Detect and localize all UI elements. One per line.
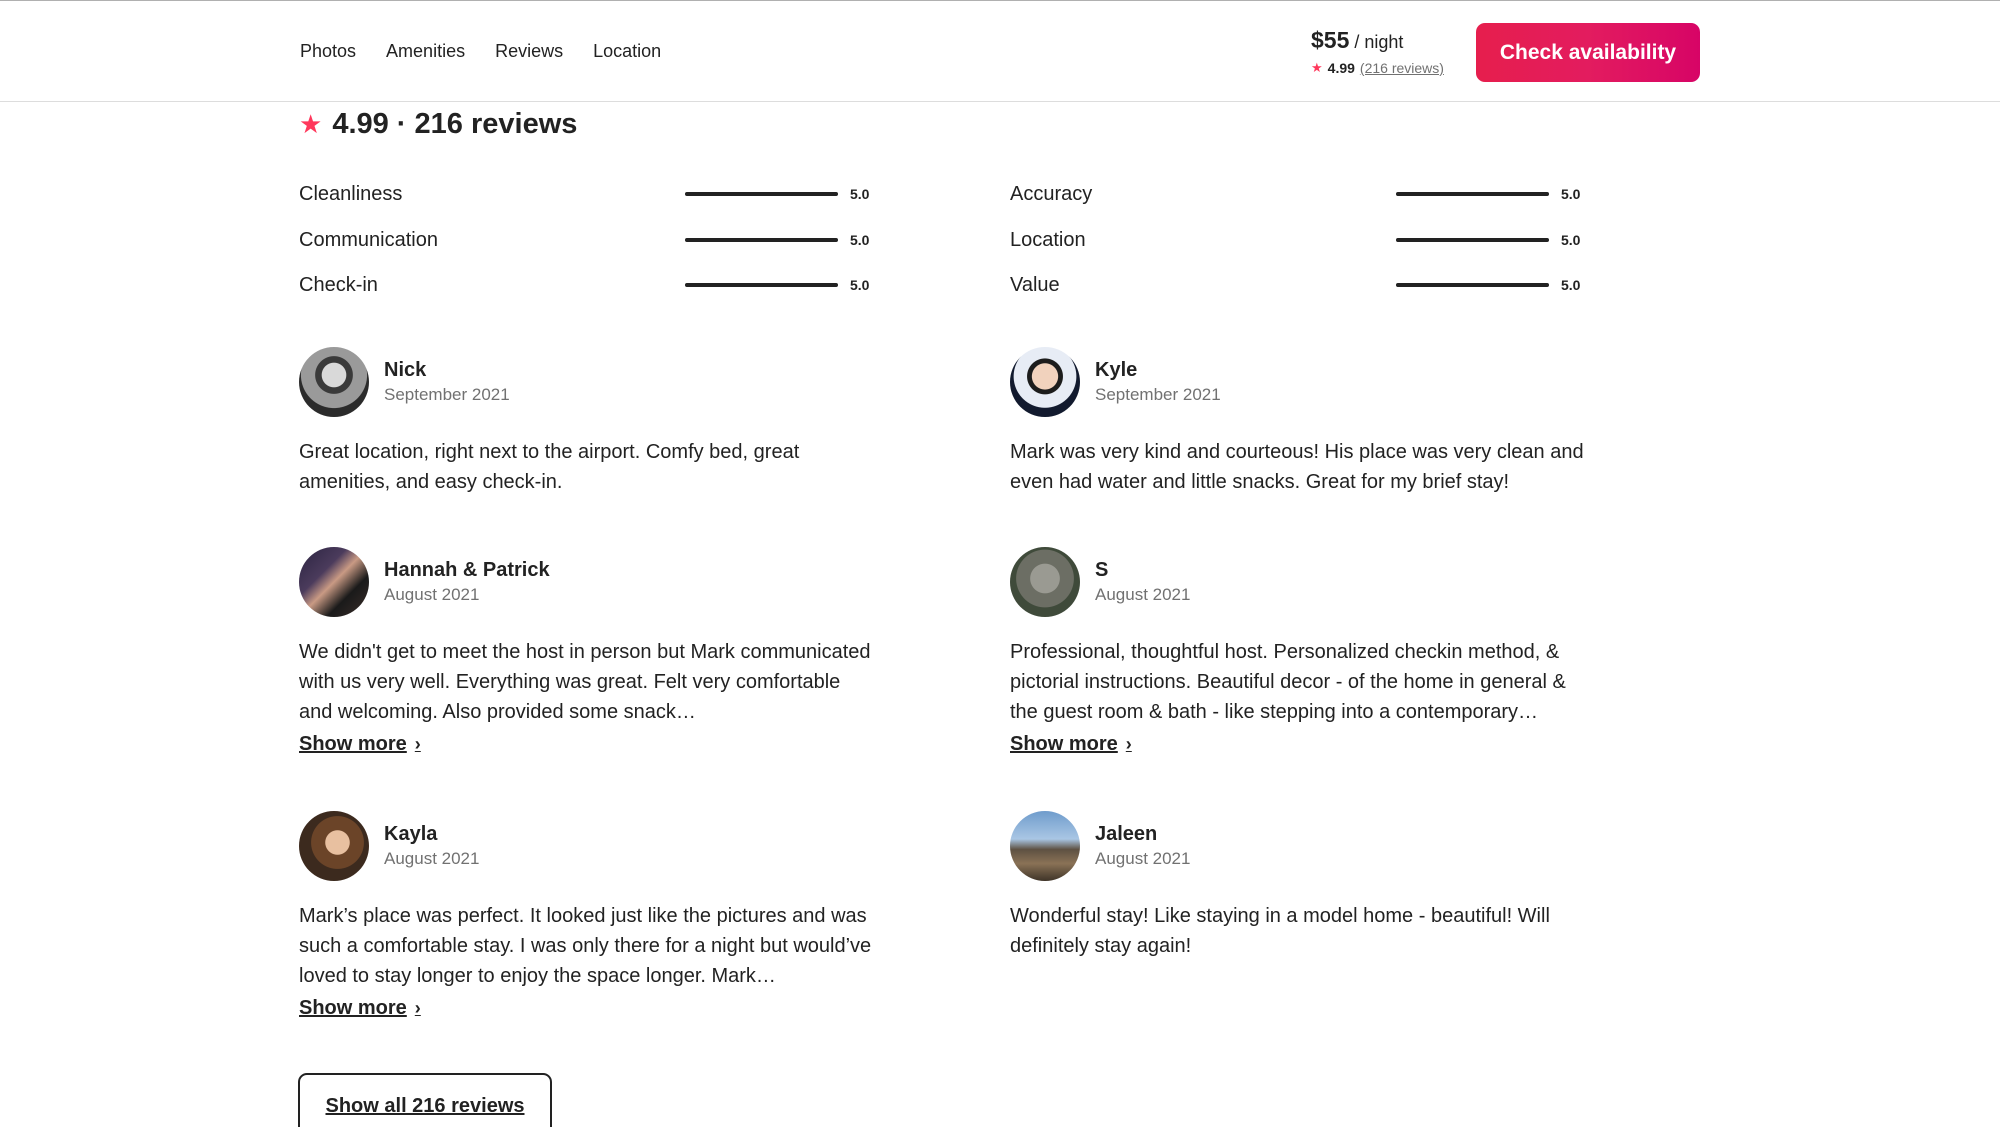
- reviewer-name: Jaleen: [1095, 823, 1158, 845]
- review-card: Hannah & Patrick August 2021 We didn't g…: [299, 547, 879, 756]
- reviews-summary: ★ 4.99 · 216 reviews: [299, 108, 577, 141]
- avatar[interactable]: [1010, 347, 1080, 417]
- show-all-reviews-button[interactable]: Show all 216 reviews: [298, 1073, 552, 1127]
- category-communication: Communication 5.0: [299, 225, 874, 255]
- star-icon: ★: [1311, 60, 1323, 75]
- show-more-link[interactable]: Show more ›: [299, 733, 421, 756]
- sticky-header: Photos Amenities Reviews Location $55 / …: [0, 0, 2000, 102]
- star-icon: ★: [299, 109, 323, 139]
- tab-photos[interactable]: Photos: [300, 41, 356, 62]
- reviewer-name: Nick: [384, 359, 427, 381]
- reviews-summary-text: 4.99 · 216 reviews: [332, 108, 578, 140]
- review-date: August 2021: [384, 585, 480, 604]
- category-label: Cleanliness: [299, 183, 403, 205]
- reviewer-name: Hannah & Patrick: [384, 559, 550, 581]
- category-value: 5.0: [1561, 232, 1581, 248]
- nightly-price: $55: [1311, 27, 1350, 53]
- category-value: 5.0: [1561, 277, 1581, 293]
- reviewer-name: S: [1095, 559, 1109, 581]
- review-card: S August 2021 Professional, thoughtful h…: [1010, 547, 1590, 756]
- review-text: Mark was very kind and courteous! His pl…: [1010, 441, 1584, 493]
- tab-location[interactable]: Location: [593, 41, 661, 62]
- header-rating: ★ 4.99 (216 reviews): [1311, 60, 1444, 76]
- reviewer-name: Kayla: [384, 823, 438, 845]
- category-value: 5.0: [850, 186, 870, 202]
- review-date: September 2021: [384, 385, 510, 404]
- show-more-link[interactable]: Show more ›: [1010, 733, 1132, 756]
- chevron-right-icon: ›: [414, 998, 421, 1018]
- review-text: Wonderful stay! Like staying in a model …: [1010, 905, 1550, 957]
- check-availability-button[interactable]: Check availability: [1476, 23, 1700, 82]
- show-more-link[interactable]: Show more ›: [299, 997, 421, 1020]
- show-more-label: Show more: [299, 733, 407, 755]
- review-date: September 2021: [1095, 385, 1221, 404]
- rating-bar-fill: [1396, 192, 1549, 196]
- rating-bar: [685, 238, 838, 242]
- tab-amenities[interactable]: Amenities: [386, 41, 465, 62]
- avatar[interactable]: [299, 347, 369, 417]
- category-value: 5.0: [850, 232, 870, 248]
- category-location: Location 5.0: [1010, 225, 1585, 255]
- avatar[interactable]: [1010, 811, 1080, 881]
- category-value-rating: Value 5.0: [1010, 270, 1585, 300]
- avatar[interactable]: [299, 811, 369, 881]
- rating-bar: [1396, 238, 1549, 242]
- category-label: Communication: [299, 229, 438, 251]
- price-unit: / night: [1354, 32, 1404, 52]
- tab-reviews[interactable]: Reviews: [495, 41, 563, 62]
- reviewer-name: Kyle: [1095, 359, 1138, 381]
- review-card: Jaleen August 2021 Wonderful stay! Like …: [1010, 811, 1590, 961]
- rating-bar-fill: [1396, 238, 1549, 242]
- rating-bar-fill: [685, 283, 838, 287]
- category-value: 5.0: [850, 277, 870, 293]
- chevron-right-icon: ›: [1125, 734, 1132, 754]
- review-card: Kayla August 2021 Mark’s place was perfe…: [299, 811, 879, 1020]
- category-label: Value: [1010, 274, 1060, 296]
- rating-bar-fill: [1396, 283, 1549, 287]
- review-card: Kyle September 2021 Mark was very kind a…: [1010, 347, 1590, 497]
- section-tabs: Photos Amenities Reviews Location: [300, 41, 661, 62]
- review-date: August 2021: [1095, 849, 1191, 868]
- category-cleanliness: Cleanliness 5.0: [299, 179, 874, 209]
- category-label: Accuracy: [1010, 183, 1093, 205]
- rating-bar: [1396, 192, 1549, 196]
- category-value: 5.0: [1561, 186, 1581, 202]
- category-check-in: Check-in 5.0: [299, 270, 874, 300]
- review-date: August 2021: [1095, 585, 1191, 604]
- category-label: Location: [1010, 229, 1086, 251]
- show-more-label: Show more: [1010, 733, 1118, 755]
- review-text: Mark’s place was perfect. It looked just…: [299, 905, 872, 987]
- avatar[interactable]: [299, 547, 369, 617]
- review-text: Great location, right next to the airpor…: [299, 441, 800, 493]
- review-date: August 2021: [384, 849, 480, 868]
- chevron-right-icon: ›: [414, 734, 421, 754]
- review-card: Nick September 2021 Great location, righ…: [299, 347, 879, 497]
- header-reviews-link[interactable]: (216 reviews): [1360, 60, 1444, 76]
- rating-bar-fill: [685, 192, 838, 196]
- rating-bar-fill: [685, 238, 838, 242]
- review-text: We didn't get to meet the host in person…: [299, 641, 871, 723]
- price-summary: $55 / night ★ 4.99 (216 reviews): [1311, 27, 1444, 76]
- rating-bar: [685, 192, 838, 196]
- show-more-label: Show more: [299, 997, 407, 1019]
- rating-bar: [685, 283, 838, 287]
- avatar[interactable]: [1010, 547, 1080, 617]
- category-accuracy: Accuracy 5.0: [1010, 179, 1585, 209]
- category-label: Check-in: [299, 274, 378, 296]
- rating-bar: [1396, 283, 1549, 287]
- review-text: Professional, thoughtful host. Personali…: [1010, 641, 1566, 723]
- header-rating-score: 4.99: [1327, 60, 1355, 76]
